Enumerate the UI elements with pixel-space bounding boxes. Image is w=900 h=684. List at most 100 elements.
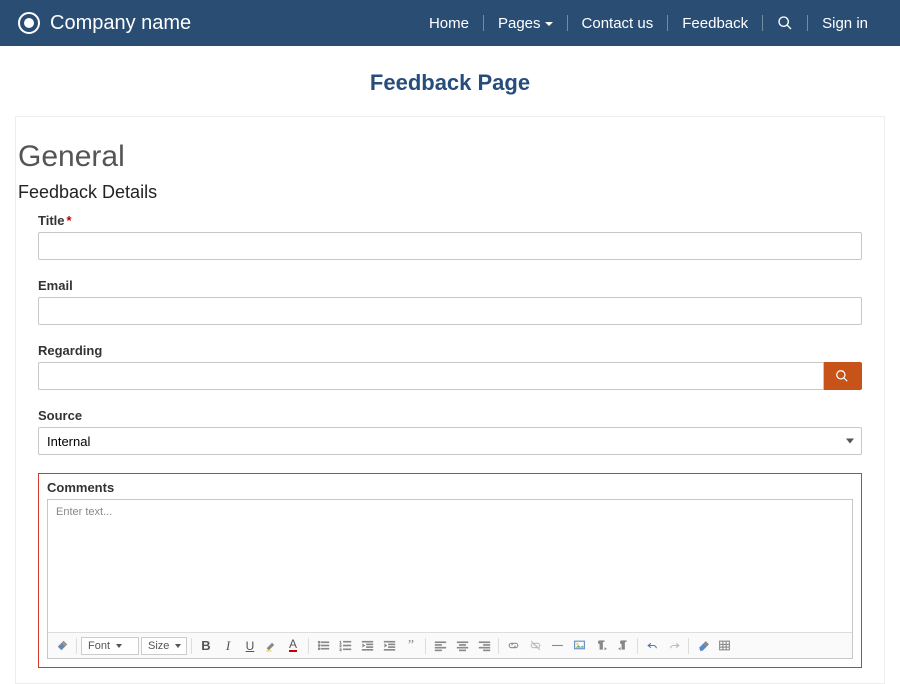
paintbrush-icon <box>56 639 69 652</box>
form: Title* Email Regarding Source Internal <box>16 213 884 668</box>
underline-icon: U <box>246 639 255 653</box>
rte-highlight-button[interactable] <box>262 636 282 656</box>
rte-font-label: Font <box>88 640 110 652</box>
rte-outdent-button[interactable] <box>357 636 377 656</box>
nav-contact[interactable]: Contact us <box>568 0 668 46</box>
rte-ltr-button[interactable] <box>591 636 611 656</box>
email-input[interactable] <box>38 297 862 325</box>
rte-numberlist-button[interactable]: 123 <box>335 636 355 656</box>
title-input[interactable] <box>38 232 862 260</box>
comments-section: Comments Enter text... Font Size <box>38 473 862 668</box>
hr-icon <box>551 639 564 652</box>
table-icon <box>718 639 731 652</box>
rte-fontcolor-button[interactable]: A <box>284 636 304 656</box>
italic-icon: I <box>226 638 230 654</box>
rte-bold-button[interactable]: B <box>196 636 216 656</box>
comments-label: Comments <box>47 480 853 495</box>
svg-text:3: 3 <box>339 648 341 652</box>
field-source: Source Internal <box>38 408 862 455</box>
rte-image-button[interactable] <box>569 636 589 656</box>
rich-text-editor: Enter text... Font Size B <box>47 499 853 659</box>
field-email: Email <box>38 278 862 325</box>
caret-down-icon <box>545 22 553 26</box>
regarding-input[interactable] <box>38 362 824 390</box>
email-label: Email <box>38 278 862 293</box>
source-select[interactable]: Internal <box>38 427 862 455</box>
rte-alignright-button[interactable] <box>474 636 494 656</box>
field-regarding: Regarding <box>38 343 862 390</box>
nav-pages[interactable]: Pages <box>484 0 567 46</box>
redo-icon <box>668 639 681 652</box>
rtl-icon <box>617 639 630 652</box>
search-icon <box>835 369 849 383</box>
bold-icon: B <box>201 638 210 653</box>
rte-table-button[interactable] <box>715 636 735 656</box>
nav-home-label: Home <box>429 15 469 32</box>
rte-toolbar: Font Size B I U <box>48 632 852 658</box>
toolbar-separator <box>308 638 309 654</box>
image-icon <box>573 639 586 652</box>
search-icon <box>777 15 793 31</box>
rte-clearformat-button[interactable] <box>693 636 713 656</box>
rte-undo-button[interactable] <box>642 636 662 656</box>
font-color-icon: A <box>289 639 297 652</box>
rte-size-label: Size <box>148 640 169 652</box>
align-center-icon <box>456 639 469 652</box>
toolbar-separator <box>498 638 499 654</box>
rte-aligncenter-button[interactable] <box>452 636 472 656</box>
rte-size-select[interactable]: Size <box>141 637 187 655</box>
toolbar-separator <box>637 638 638 654</box>
title-label-text: Title <box>38 213 65 228</box>
top-navbar: Company name Home Pages Contact us Feedb… <box>0 0 900 46</box>
highlight-icon <box>265 639 278 652</box>
rte-underline-button[interactable]: U <box>240 636 260 656</box>
rte-link-button[interactable] <box>503 636 523 656</box>
toolbar-separator <box>191 638 192 654</box>
nav-feedback-label: Feedback <box>682 15 748 32</box>
indent-icon <box>383 639 396 652</box>
toolbar-separator <box>425 638 426 654</box>
align-left-icon <box>434 639 447 652</box>
nav-feedback[interactable]: Feedback <box>668 0 762 46</box>
rte-font-select[interactable]: Font <box>81 637 139 655</box>
rte-alignleft-button[interactable] <box>430 636 450 656</box>
quote-icon: ” <box>408 638 414 654</box>
bullet-list-icon <box>317 639 330 652</box>
nav-pages-label: Pages <box>498 15 541 32</box>
ltr-icon <box>595 639 608 652</box>
rte-italic-button[interactable]: I <box>218 636 238 656</box>
section-heading: General <box>18 140 882 174</box>
section-subheading: Feedback Details <box>18 182 882 203</box>
caret-down-icon <box>116 644 122 648</box>
brand[interactable]: Company name <box>18 12 191 35</box>
toolbar-separator <box>688 638 689 654</box>
rte-blockquote-button[interactable]: ” <box>401 636 421 656</box>
undo-icon <box>646 639 659 652</box>
regarding-label: Regarding <box>38 343 862 358</box>
rte-unlink-button[interactable] <box>525 636 545 656</box>
unlink-icon <box>529 639 542 652</box>
rte-rtl-button[interactable] <box>613 636 633 656</box>
nav-signin-label: Sign in <box>822 15 868 32</box>
caret-down-icon <box>175 644 181 648</box>
link-icon <box>507 639 520 652</box>
eraser-icon <box>697 639 710 652</box>
rte-hr-button[interactable] <box>547 636 567 656</box>
title-label: Title* <box>38 213 862 228</box>
rte-format-painter-button[interactable] <box>52 636 72 656</box>
nav-contact-label: Contact us <box>582 15 654 32</box>
regarding-lookup-button[interactable] <box>824 362 862 390</box>
nav-home[interactable]: Home <box>415 0 483 46</box>
rte-indent-button[interactable] <box>379 636 399 656</box>
content-panel: General Feedback Details Title* Email Re… <box>15 116 885 684</box>
rte-redo-button[interactable] <box>664 636 684 656</box>
comments-textarea[interactable]: Enter text... <box>48 500 852 632</box>
source-label: Source <box>38 408 862 423</box>
field-title: Title* <box>38 213 862 260</box>
rte-bulletlist-button[interactable] <box>313 636 333 656</box>
nav-signin[interactable]: Sign in <box>808 0 882 46</box>
required-indicator: * <box>67 213 72 228</box>
nav-search[interactable] <box>763 0 807 46</box>
brand-name: Company name <box>50 12 191 35</box>
brand-logo-icon <box>18 12 40 34</box>
